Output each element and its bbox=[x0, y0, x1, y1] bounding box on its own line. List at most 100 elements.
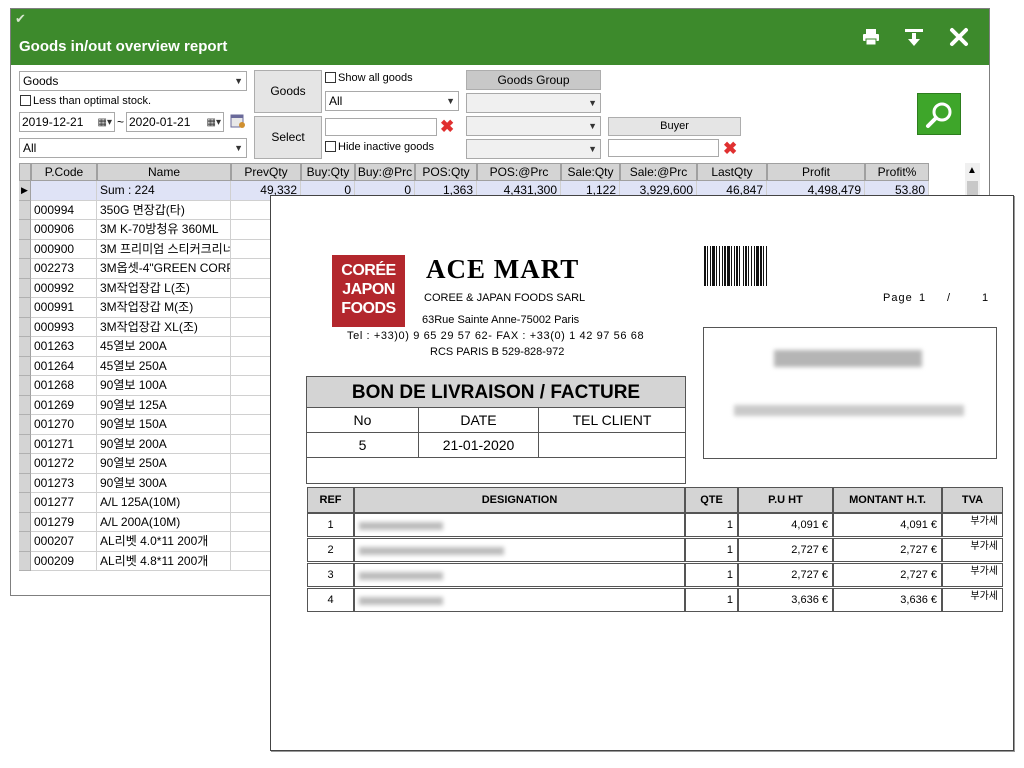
item-header: P.U HT bbox=[738, 487, 833, 513]
column-header[interactable]: POS:Qty bbox=[415, 163, 477, 181]
doc-value-date: 21-01-2020 bbox=[419, 433, 539, 458]
row-selector[interactable] bbox=[19, 259, 31, 279]
item-tva-cell: 부가세 bbox=[942, 513, 1003, 537]
column-header[interactable]: Profit bbox=[767, 163, 865, 181]
doc-value-no: 5 bbox=[307, 433, 419, 458]
goods-button[interactable]: Goods bbox=[254, 70, 322, 113]
page-label: Page bbox=[883, 292, 913, 304]
select-button[interactable]: Select bbox=[254, 116, 322, 159]
clear-buyer-icon[interactable]: ✖ bbox=[723, 140, 737, 157]
item-pu-cell: 2,727 € bbox=[738, 538, 833, 562]
row-selector[interactable] bbox=[19, 415, 31, 435]
row-selector[interactable] bbox=[19, 356, 31, 376]
code-cell: 001273 bbox=[31, 473, 97, 493]
goods-group-select-3[interactable]: ▼ bbox=[466, 139, 601, 159]
sum-cell bbox=[31, 181, 97, 201]
show-all-goods-checkbox[interactable]: Show all goods bbox=[325, 72, 413, 85]
row-selector[interactable] bbox=[19, 220, 31, 240]
company-rcs: RCS PARIS B 529-828-972 bbox=[430, 346, 565, 358]
code-cell: 001263 bbox=[31, 337, 97, 357]
row-selector[interactable] bbox=[19, 454, 31, 474]
row-selector[interactable] bbox=[19, 376, 31, 396]
document-title: BON DE LIVRAISON / FACTURE bbox=[307, 377, 685, 408]
calendar-dropdown-icon[interactable]: ▦▾ bbox=[207, 114, 221, 132]
row-selector[interactable] bbox=[19, 317, 31, 337]
row-selector[interactable] bbox=[19, 278, 31, 298]
calendar-settings-icon[interactable] bbox=[230, 113, 246, 129]
date-from-field[interactable]: 2019-12-21 ▦▾ bbox=[19, 112, 115, 132]
calendar-dropdown-icon[interactable]: ▦▾ bbox=[98, 114, 112, 132]
goods-all-select[interactable]: All ▼ bbox=[325, 91, 459, 111]
row-selector[interactable] bbox=[19, 434, 31, 454]
item-tva-cell: 부가세 bbox=[942, 588, 1003, 612]
code-cell: 000991 bbox=[31, 298, 97, 318]
column-header[interactable]: LastQty bbox=[697, 163, 767, 181]
item-qty-cell: 1 bbox=[685, 588, 738, 612]
column-header[interactable]: Buy:@Prc bbox=[355, 163, 415, 181]
item-pu-cell: 4,091 € bbox=[738, 513, 833, 537]
column-header[interactable]: POS:@Prc bbox=[477, 163, 561, 181]
code-cell: 000207 bbox=[31, 532, 97, 552]
doc-header-no: No bbox=[307, 408, 419, 433]
doc-header-date: DATE bbox=[419, 408, 539, 433]
export-icon[interactable] bbox=[902, 27, 926, 51]
blurred-designation bbox=[359, 547, 504, 555]
chevron-down-icon: ▼ bbox=[446, 96, 455, 106]
company-logo: CORÉE JAPON FOODS bbox=[332, 255, 405, 327]
column-header[interactable]: Sale:Qty bbox=[561, 163, 620, 181]
row-selector[interactable] bbox=[19, 473, 31, 493]
row-selector[interactable] bbox=[19, 239, 31, 259]
close-icon[interactable] bbox=[947, 27, 971, 51]
item-qty-cell: 1 bbox=[685, 563, 738, 587]
row-selector[interactable] bbox=[19, 395, 31, 415]
column-header[interactable]: PrevQty bbox=[231, 163, 301, 181]
buyer-input[interactable] bbox=[608, 139, 719, 157]
document-header-box: BON DE LIVRAISON / FACTURE No DATE TEL C… bbox=[306, 376, 686, 484]
row-selector[interactable] bbox=[19, 512, 31, 532]
column-header[interactable]: Name bbox=[97, 163, 231, 181]
code-cell: 000993 bbox=[31, 317, 97, 337]
column-header[interactable]: Buy:Qty bbox=[301, 163, 355, 181]
row-selector[interactable] bbox=[19, 200, 31, 220]
item-ref-cell: 2 bbox=[307, 538, 354, 562]
search-button[interactable] bbox=[917, 93, 961, 135]
type-select[interactable]: Goods ▼ bbox=[19, 71, 247, 91]
column-header[interactable]: Profit% bbox=[865, 163, 929, 181]
name-cell: A/L 200A(10M) bbox=[97, 512, 231, 532]
scroll-up-icon[interactable]: ▲ bbox=[967, 165, 977, 176]
row-selector[interactable] bbox=[19, 337, 31, 357]
row-selector[interactable] bbox=[19, 551, 31, 571]
barcode-bar bbox=[736, 246, 738, 286]
date-to-field[interactable]: 2020-01-21 ▦▾ bbox=[126, 112, 224, 132]
customer-box bbox=[703, 327, 997, 459]
clear-goods-icon[interactable]: ✖ bbox=[440, 118, 454, 135]
buyer-button[interactable]: Buyer bbox=[608, 117, 741, 136]
goods-group-select-1[interactable]: ▼ bbox=[466, 93, 601, 113]
name-cell: 90열보 200A bbox=[97, 434, 231, 454]
item-total-cell: 4,091 € bbox=[833, 513, 942, 537]
column-header[interactable]: Sale:@Prc bbox=[620, 163, 697, 181]
barcode-bar bbox=[731, 246, 732, 286]
name-cell: 90열보 300A bbox=[97, 473, 231, 493]
blurred-designation bbox=[359, 597, 443, 605]
goods-search-input[interactable] bbox=[325, 118, 437, 136]
column-header[interactable]: P.Code bbox=[31, 163, 97, 181]
hide-inactive-goods-checkbox[interactable]: Hide inactive goods bbox=[325, 141, 434, 154]
row-selector[interactable] bbox=[19, 493, 31, 513]
row-selector[interactable] bbox=[19, 532, 31, 552]
page-separator: / bbox=[947, 292, 951, 304]
company-address: 63Rue Sainte Anne-75002 Paris bbox=[422, 314, 580, 326]
code-cell: 000906 bbox=[31, 220, 97, 240]
blurred-customer-name bbox=[774, 350, 922, 367]
chevron-down-icon: ▼ bbox=[234, 76, 243, 86]
company-subtitle: COREE & JAPAN FOODS SARL bbox=[424, 292, 586, 304]
print-icon[interactable] bbox=[859, 27, 883, 51]
all-select[interactable]: All ▼ bbox=[19, 138, 247, 158]
barcode-bar bbox=[712, 246, 715, 286]
goods-group-button[interactable]: Goods Group bbox=[466, 70, 601, 90]
goods-group-select-2[interactable]: ▼ bbox=[466, 116, 601, 136]
less-than-optimal-checkbox[interactable]: Less than optimal stock. bbox=[20, 95, 151, 108]
item-total-cell: 2,727 € bbox=[833, 563, 942, 587]
row-selector[interactable] bbox=[19, 298, 31, 318]
chevron-down-icon: ▼ bbox=[588, 144, 597, 154]
